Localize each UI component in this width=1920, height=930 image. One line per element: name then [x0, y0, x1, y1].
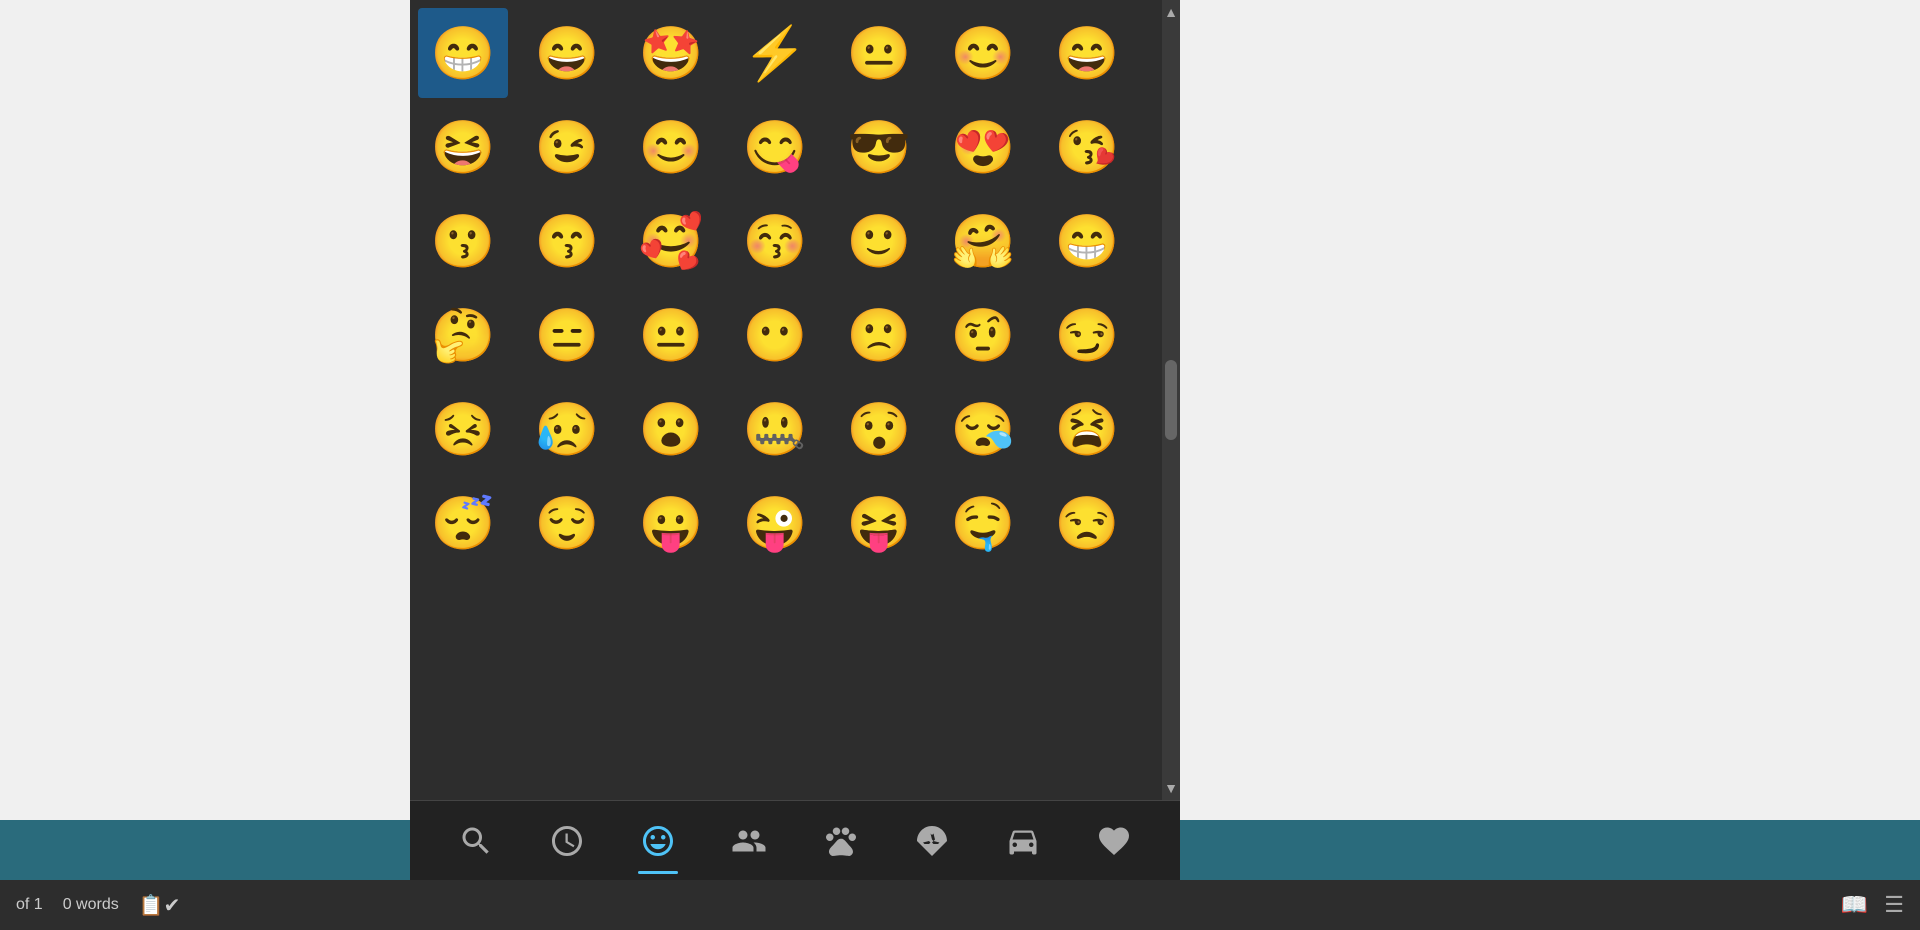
emoji-grid: 😁 😄 🤩 ⚡ 😐 😊 😄 😆 😉 😊 😋 😎 😍 😘 😗 😙 🥰 😚 🙂 🤗 … [410, 0, 1162, 576]
search-icon [458, 823, 494, 859]
paw-icon [823, 823, 859, 859]
emoji-cell[interactable]: 😐 [834, 8, 924, 98]
emoji-cell[interactable]: 😏 [1042, 290, 1132, 380]
scroll-down-arrow[interactable]: ▼ [1160, 776, 1180, 800]
emoji-picker-panel: ▲ ▼ 😁 😄 🤩 ⚡ 😐 😊 😄 😆 😉 😊 😋 😎 😍 😘 😗 😙 [410, 0, 1180, 880]
emoji-cell[interactable]: 😊 [938, 8, 1028, 98]
car-icon [1005, 823, 1041, 859]
clock-icon [549, 823, 585, 859]
scroll-thumb[interactable] [1165, 360, 1177, 440]
layout-icon[interactable]: 📋✔ [139, 893, 181, 918]
emoji-cell[interactable]: 🙁 [834, 290, 924, 380]
emoji-cell[interactable]: 🤩 [626, 8, 716, 98]
category-recent[interactable] [532, 806, 602, 876]
category-animals[interactable] [806, 806, 876, 876]
emoji-cell[interactable]: 😜 [730, 478, 820, 568]
word-count: 0 words [63, 896, 119, 914]
emoji-cell[interactable]: 😮 [626, 384, 716, 474]
emoji-scroll-area: ▲ ▼ 😁 😄 🤩 ⚡ 😐 😊 😄 😆 😉 😊 😋 😎 😍 😘 😗 😙 [410, 0, 1180, 800]
emoji-cell[interactable]: 😋 [730, 102, 820, 192]
emoji-cell[interactable]: 😫 [1042, 384, 1132, 474]
people-icon [731, 823, 767, 859]
category-bar [410, 800, 1180, 880]
emoji-cell[interactable]: 😄 [1042, 8, 1132, 98]
emoji-cell[interactable]: 😝 [834, 478, 924, 568]
emoji-cell[interactable]: 😑 [522, 290, 612, 380]
emoji-cell[interactable]: 😘 [1042, 102, 1132, 192]
category-travel[interactable] [988, 806, 1058, 876]
emoji-cell[interactable]: 😄 [522, 8, 612, 98]
book-view-icon[interactable]: 📖 [1841, 892, 1868, 918]
emoji-cell[interactable]: 😪 [938, 384, 1028, 474]
category-smileys[interactable] [623, 806, 693, 876]
emoji-cell[interactable]: 😌 [522, 478, 612, 568]
category-food[interactable] [897, 806, 967, 876]
emoji-cell[interactable]: 🙂 [834, 196, 924, 286]
emoji-cell[interactable]: 😣 [418, 384, 508, 474]
emoji-cell[interactable]: 😁 [1042, 196, 1132, 286]
emoji-cell[interactable]: 😊 [626, 102, 716, 192]
scroll-up-arrow[interactable]: ▲ [1160, 0, 1180, 24]
emoji-cell[interactable]: 😙 [522, 196, 612, 286]
emoji-cell[interactable]: 😯 [834, 384, 924, 474]
emoji-cell[interactable]: ⚡ [730, 8, 820, 98]
heart-icon [1096, 823, 1132, 859]
emoji-cell[interactable]: 😁 [418, 8, 508, 98]
emoji-cell[interactable]: 🤤 [938, 478, 1028, 568]
emoji-cell[interactable]: 😍 [938, 102, 1028, 192]
pizza-icon [914, 823, 950, 859]
emoji-cell[interactable]: 🤗 [938, 196, 1028, 286]
category-search[interactable] [441, 806, 511, 876]
category-hearts[interactable] [1079, 806, 1149, 876]
emoji-cell[interactable]: 😉 [522, 102, 612, 192]
page-indicator: of 1 [16, 896, 43, 914]
emoji-cell[interactable]: 🤐 [730, 384, 820, 474]
emoji-cell[interactable]: 😚 [730, 196, 820, 286]
emoji-cell[interactable]: 😎 [834, 102, 924, 192]
emoji-cell[interactable]: 😶 [730, 290, 820, 380]
smiley-icon [640, 823, 676, 859]
emoji-cell[interactable]: 😗 [418, 196, 508, 286]
status-bar-right-icons: 📖 ☰ [1841, 892, 1904, 918]
category-people[interactable] [714, 806, 784, 876]
emoji-cell[interactable]: 🤨 [938, 290, 1028, 380]
emoji-cell[interactable]: 😥 [522, 384, 612, 474]
emoji-cell[interactable]: 😆 [418, 102, 508, 192]
emoji-cell[interactable]: 😐 [626, 290, 716, 380]
status-bar: of 1 0 words 📋✔ 📖 ☰ [0, 880, 1920, 930]
scrollbar-track[interactable]: ▲ ▼ [1162, 0, 1180, 800]
emoji-cell[interactable]: 😒 [1042, 478, 1132, 568]
emoji-cell[interactable]: 🥰 [626, 196, 716, 286]
list-view-icon[interactable]: ☰ [1884, 892, 1904, 918]
emoji-cell[interactable]: 🤔 [418, 290, 508, 380]
emoji-cell[interactable]: 😴 [418, 478, 508, 568]
emoji-cell[interactable]: 😛 [626, 478, 716, 568]
